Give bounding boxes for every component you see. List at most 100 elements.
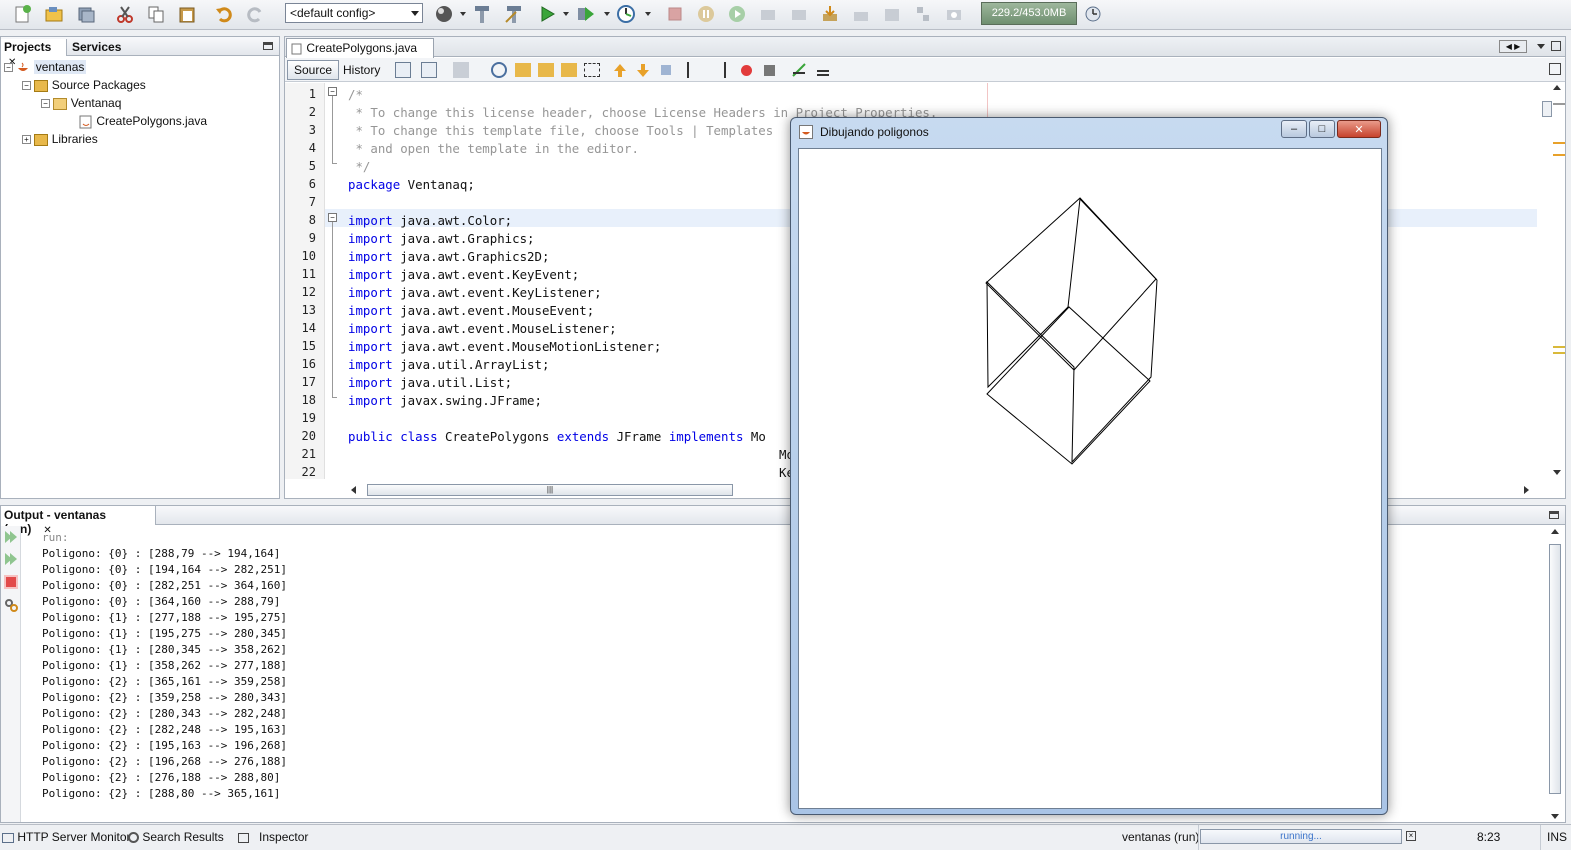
settings-icon[interactable] xyxy=(4,598,18,612)
forward-icon[interactable] xyxy=(453,62,469,78)
new-file-icon[interactable] xyxy=(10,3,34,25)
toggle-bookmark-icon[interactable] xyxy=(658,62,674,78)
tab-scroll-arrows[interactable]: ◀ ▶ xyxy=(1499,40,1527,53)
thread-icon[interactable] xyxy=(911,3,935,25)
output-line: Poligono: {0} : [194,164 --> 282,251] xyxy=(42,563,288,576)
copy-icon[interactable] xyxy=(144,3,168,25)
collapse-icon[interactable]: − xyxy=(4,63,13,73)
rect-select-icon[interactable] xyxy=(584,63,600,77)
redo-icon[interactable] xyxy=(243,3,267,25)
open-project-icon[interactable] xyxy=(42,3,66,25)
clean-build-icon[interactable] xyxy=(502,3,526,25)
split-editor-icon[interactable] xyxy=(1549,63,1561,75)
history-button[interactable]: History xyxy=(336,60,387,80)
fold-icon[interactable]: − xyxy=(328,213,337,222)
find-previous-icon[interactable] xyxy=(515,63,531,77)
fold-icon[interactable]: − xyxy=(328,87,337,96)
save-all-icon[interactable] xyxy=(74,3,98,25)
tree-package-row[interactable]: − Ventanaq xyxy=(41,96,121,110)
rerun-icon[interactable] xyxy=(4,530,18,544)
code-line: */ xyxy=(348,159,370,174)
tree-file-row[interactable]: CreatePolygons.java xyxy=(79,114,207,129)
step-over-icon[interactable] xyxy=(756,3,780,25)
search-results-item[interactable]: Search Results xyxy=(128,830,224,844)
code-line: * To change this template file, choose T… xyxy=(348,123,773,138)
collapse-icon[interactable]: − xyxy=(41,99,50,109)
debug-icon[interactable] xyxy=(574,3,598,25)
error-stripe-mark[interactable] xyxy=(1553,142,1565,144)
next-bookmark-icon[interactable] xyxy=(635,62,651,78)
minimize-icon[interactable] xyxy=(263,42,273,50)
profile-icon[interactable] xyxy=(614,3,638,25)
window-close-button[interactable]: ✕ xyxy=(1337,120,1381,138)
cut-icon[interactable] xyxy=(113,3,137,25)
editor-scroll-thumb[interactable] xyxy=(1542,101,1552,117)
expand-icon[interactable]: + xyxy=(22,135,31,145)
run-icon[interactable] xyxy=(535,3,559,25)
undo-icon[interactable] xyxy=(212,3,236,25)
comment-icon[interactable] xyxy=(791,62,807,78)
source-button[interactable]: Source xyxy=(287,60,340,80)
tree-libraries-row[interactable]: + Libraries xyxy=(22,132,98,146)
maximize-icon[interactable] xyxy=(1551,41,1561,51)
polygons-window: Dibujando poligonos – □ ✕ xyxy=(790,117,1388,815)
minimize-icon[interactable] xyxy=(1549,511,1559,519)
chevron-down-icon[interactable] xyxy=(1537,44,1545,49)
tree-source-packages-row[interactable]: − Source Packages xyxy=(22,78,146,92)
chevron-down-icon[interactable] xyxy=(563,12,569,16)
gc-icon[interactable] xyxy=(1081,3,1105,25)
code-token: java.awt.Graphics; xyxy=(392,231,535,246)
back-icon[interactable] xyxy=(421,62,437,78)
snapshot-icon[interactable] xyxy=(942,3,966,25)
project-sphere-icon[interactable] xyxy=(432,3,456,25)
window-maximize-button[interactable]: □ xyxy=(1309,120,1335,138)
pause-icon[interactable] xyxy=(694,3,718,25)
inspector-item[interactable]: Inspector xyxy=(238,830,308,844)
code-token: import xyxy=(348,339,393,354)
shift-left-icon[interactable] xyxy=(687,62,703,78)
code-token: CreatePolygons xyxy=(437,429,557,444)
step-out-icon[interactable] xyxy=(818,3,842,25)
drawing-canvas[interactable] xyxy=(798,148,1382,809)
start-macro-icon[interactable] xyxy=(741,65,752,76)
prev-bookmark-icon[interactable] xyxy=(612,62,628,78)
output-vertical-scrollbar[interactable] xyxy=(1549,526,1561,822)
tab-services[interactable]: Services xyxy=(69,39,124,56)
last-edit-icon[interactable] xyxy=(395,62,411,78)
error-stripe-mark[interactable] xyxy=(1553,103,1565,105)
http-monitor-item[interactable]: HTTP Server Monitor xyxy=(2,830,130,844)
rerun-with-params-icon[interactable] xyxy=(4,552,18,566)
uncomment-icon[interactable] xyxy=(815,62,831,78)
code-token: java.util.ArrayList; xyxy=(392,357,550,372)
find-next-icon[interactable] xyxy=(538,63,554,77)
find-icon[interactable] xyxy=(491,62,507,78)
output-line: Poligono: {2} : [365,161 --> 359,258] xyxy=(42,675,288,688)
tree-root-row[interactable]: − ventanas xyxy=(4,60,87,74)
stop-macro-icon[interactable] xyxy=(764,65,775,76)
error-stripe-mark[interactable] xyxy=(1553,346,1565,354)
tab-projects[interactable]: Projects ✕ xyxy=(1,39,67,68)
collapse-icon[interactable]: − xyxy=(22,81,31,91)
polygons-drawing xyxy=(985,197,1158,465)
tab-createpolygons[interactable]: CreatePolygons.java ✕ xyxy=(286,38,434,68)
toggle-highlight-icon[interactable] xyxy=(561,63,577,77)
memory-indicator[interactable]: 229.2/453.0MB xyxy=(981,2,1077,25)
step-into-icon[interactable] xyxy=(787,3,811,25)
shift-right-icon[interactable] xyxy=(710,62,726,78)
paste-icon[interactable] xyxy=(175,3,199,25)
continue-icon[interactable] xyxy=(725,3,749,25)
error-stripe-mark[interactable] xyxy=(1553,154,1565,156)
build-icon[interactable] xyxy=(470,3,494,25)
cancel-process-icon[interactable]: × xyxy=(1406,831,1416,841)
chevron-down-icon[interactable] xyxy=(460,12,466,16)
chevron-down-icon[interactable] xyxy=(645,12,651,16)
chevron-down-icon[interactable] xyxy=(604,12,610,16)
stop-icon[interactable] xyxy=(4,575,18,589)
tab-output[interactable]: Output - ventanas (run)✕ xyxy=(1,506,156,536)
run-to-cursor-icon[interactable] xyxy=(849,3,873,25)
window-minimize-button[interactable]: – xyxy=(1281,120,1307,138)
apply-changes-icon[interactable] xyxy=(880,3,904,25)
config-select[interactable]: <default config> xyxy=(285,3,423,23)
stop-icon[interactable] xyxy=(663,3,687,25)
code-token: Mo xyxy=(743,429,766,444)
